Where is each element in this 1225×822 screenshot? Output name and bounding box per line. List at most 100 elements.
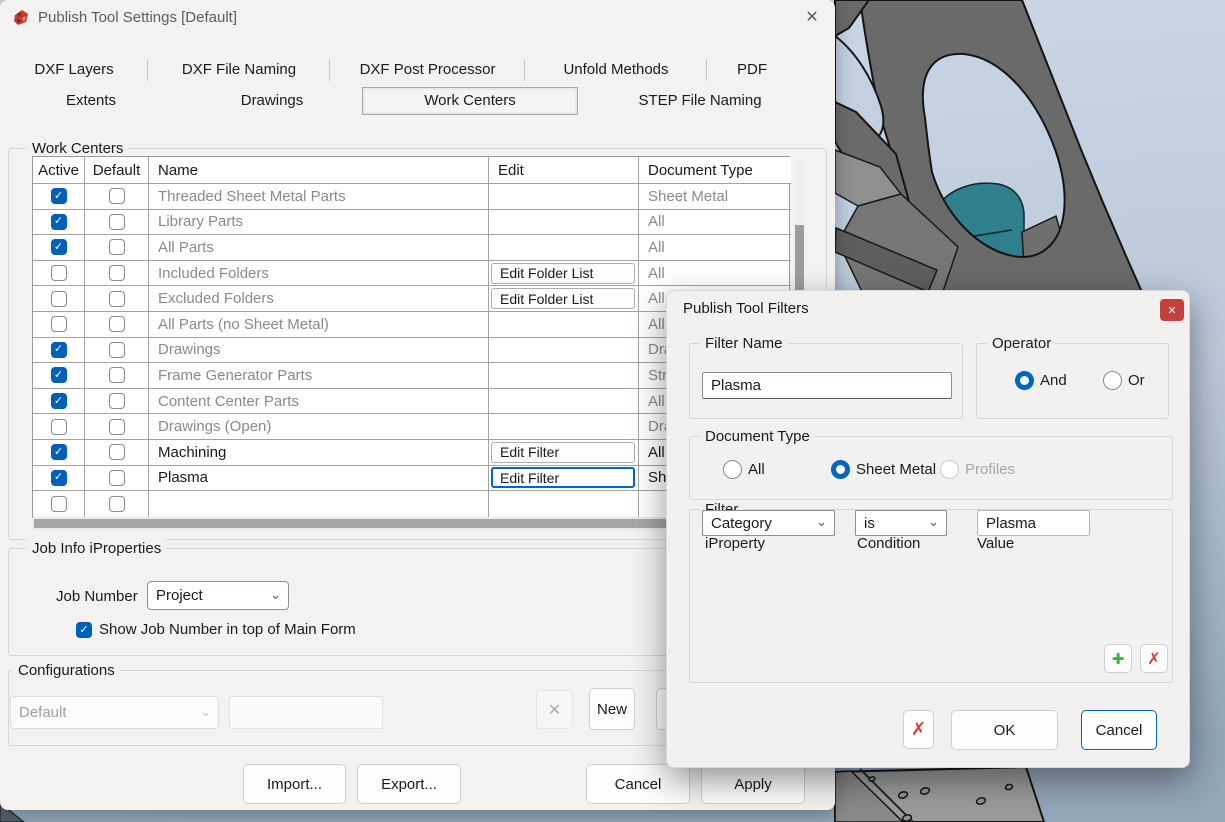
default-checkbox[interactable]: ✓ xyxy=(108,444,125,461)
active-cell: ✓ xyxy=(33,260,85,287)
default-checkbox[interactable]: ✓ xyxy=(108,495,125,512)
close-icon[interactable]: ✕ xyxy=(1160,299,1184,321)
default-cell: ✓ xyxy=(85,363,149,389)
apply-button[interactable]: Apply xyxy=(701,764,805,804)
table-row: ✓ ✓ Library Parts All xyxy=(33,209,791,236)
radio-all[interactable] xyxy=(723,460,742,479)
radio-or-label: Or xyxy=(1128,372,1145,389)
table-row: ✓ ✓ All Parts All xyxy=(33,235,791,261)
default-cell: ✓ xyxy=(85,311,149,338)
default-checkbox[interactable]: ✓ xyxy=(108,290,125,307)
window-title: Publish Tool Settings [Default] xyxy=(38,9,238,26)
filter-name-group-label: Filter Name xyxy=(700,334,788,353)
active-checkbox[interactable]: ✓ xyxy=(50,213,67,230)
active-checkbox[interactable]: ✓ xyxy=(50,418,67,435)
default-checkbox[interactable]: ✓ xyxy=(108,316,125,333)
publish-tool-filters-dialog: Publish Tool Filters ✕ Filter Name Opera… xyxy=(666,290,1190,768)
configurations-group-label: Configurations xyxy=(13,661,120,680)
tab-step-file-naming[interactable]: STEP File Naming xyxy=(578,87,822,115)
condition-column-label: Condition xyxy=(857,535,921,552)
cancel-button[interactable]: Cancel xyxy=(586,764,690,804)
document-type-group: Document Type All Sheet Metal Profiles xyxy=(689,427,1173,500)
job-number-combobox[interactable]: Project ⌄ xyxy=(147,581,289,610)
active-checkbox[interactable]: ✓ xyxy=(50,469,67,486)
iproperty-combobox[interactable]: Category ⌄ xyxy=(702,510,835,536)
tab-work-centers[interactable]: Work Centers xyxy=(362,87,578,115)
doc-type-option-all[interactable]: All xyxy=(723,460,765,479)
import-button[interactable]: Import... xyxy=(243,764,346,804)
tab-dxf-post-processor[interactable]: DXF Post Processor xyxy=(330,56,525,83)
default-cell: ✓ xyxy=(85,465,149,492)
active-cell: ✓ xyxy=(33,491,85,517)
radio-sheet-metal[interactable] xyxy=(831,460,850,479)
default-checkbox[interactable]: ✓ xyxy=(108,188,125,205)
edit-cell: Edit Folder List xyxy=(489,286,639,312)
edit-button[interactable]: Edit Folder List xyxy=(491,262,635,284)
radio-or[interactable] xyxy=(1103,371,1122,390)
doc-type-option-sheet-metal[interactable]: Sheet Metal xyxy=(831,460,936,479)
active-checkbox[interactable]: ✓ xyxy=(50,341,67,358)
active-checkbox[interactable]: ✓ xyxy=(50,495,67,512)
default-checkbox[interactable]: ✓ xyxy=(108,239,125,256)
check-icon: ✓ xyxy=(53,240,64,253)
tab-dxf-layers[interactable]: DXF Layers xyxy=(0,56,148,83)
active-checkbox[interactable]: ✓ xyxy=(50,239,67,256)
name-cell: Frame Generator Parts xyxy=(149,363,489,389)
active-checkbox[interactable]: ✓ xyxy=(50,188,67,205)
remove-filter-row-button[interactable]: ✗ xyxy=(1140,644,1168,673)
active-cell: ✓ xyxy=(33,465,85,492)
column-header-default: Default xyxy=(85,157,149,184)
tab-dxf-file-naming[interactable]: DXF File Naming xyxy=(148,56,330,83)
default-checkbox[interactable]: ✓ xyxy=(108,213,125,230)
cancel-button[interactable]: Cancel xyxy=(1081,710,1157,750)
tab-drawings[interactable]: Drawings xyxy=(182,87,362,115)
ok-button[interactable]: OK xyxy=(951,710,1058,750)
default-checkbox[interactable]: ✓ xyxy=(108,469,125,486)
edit-cell xyxy=(489,209,639,236)
edit-button[interactable]: Edit Folder List xyxy=(491,288,635,310)
active-checkbox[interactable]: ✓ xyxy=(50,316,67,333)
condition-combobox[interactable]: is ⌄ xyxy=(855,510,947,536)
show-job-number-checkbox[interactable]: ✓ xyxy=(76,622,92,638)
active-checkbox[interactable]: ✓ xyxy=(50,290,67,307)
document-type-value: All xyxy=(648,392,665,410)
delete-filter-button[interactable]: ✗ xyxy=(903,710,934,749)
document-type-value: All xyxy=(648,238,665,256)
tab-unfold-methods[interactable]: Unfold Methods xyxy=(525,56,707,83)
active-checkbox[interactable]: ✓ xyxy=(50,367,67,384)
filter-name-input[interactable] xyxy=(702,372,952,399)
edit-cell: Edit Folder List xyxy=(489,260,639,287)
default-checkbox[interactable]: ✓ xyxy=(108,418,125,435)
operator-option-and[interactable]: And xyxy=(1015,371,1067,390)
tab-extents[interactable]: Extents xyxy=(0,87,182,115)
default-checkbox[interactable]: ✓ xyxy=(108,341,125,358)
tab-strip-row1: DXF Layers DXF File Naming DXF Post Proc… xyxy=(0,56,835,83)
default-checkbox[interactable]: ✓ xyxy=(108,265,125,282)
document-type-value: All xyxy=(648,315,665,333)
default-cell: ✓ xyxy=(85,209,149,236)
app-icon xyxy=(14,10,28,25)
add-filter-row-button[interactable]: ✚ xyxy=(1104,644,1132,673)
active-checkbox[interactable]: ✓ xyxy=(50,444,67,461)
edit-cell: Edit Filter xyxy=(489,439,639,466)
horizontal-scrollbar-thumb[interactable] xyxy=(34,519,766,528)
value-input[interactable] xyxy=(977,510,1090,536)
active-checkbox[interactable]: ✓ xyxy=(50,393,67,410)
tab-pdf[interactable]: PDF xyxy=(707,56,797,83)
close-icon[interactable]: ✕ xyxy=(799,6,825,30)
active-checkbox[interactable]: ✓ xyxy=(50,265,67,282)
radio-and[interactable] xyxy=(1015,371,1034,390)
export-button[interactable]: Export... xyxy=(357,764,461,804)
edit-button[interactable]: Edit Filter xyxy=(491,467,635,489)
check-icon: ✓ xyxy=(53,394,64,407)
edit-button[interactable]: Edit Filter xyxy=(491,441,635,463)
work-center-name: Excluded Folders xyxy=(158,290,274,308)
work-center-name: Drawings xyxy=(158,341,221,359)
active-cell: ✓ xyxy=(33,363,85,389)
new-configuration-button[interactable]: New xyxy=(589,688,635,730)
default-checkbox[interactable]: ✓ xyxy=(108,367,125,384)
operator-option-or[interactable]: Or xyxy=(1103,371,1145,390)
default-checkbox[interactable]: ✓ xyxy=(108,393,125,410)
check-icon: ✓ xyxy=(53,215,64,228)
name-cell: All Parts xyxy=(149,235,489,261)
